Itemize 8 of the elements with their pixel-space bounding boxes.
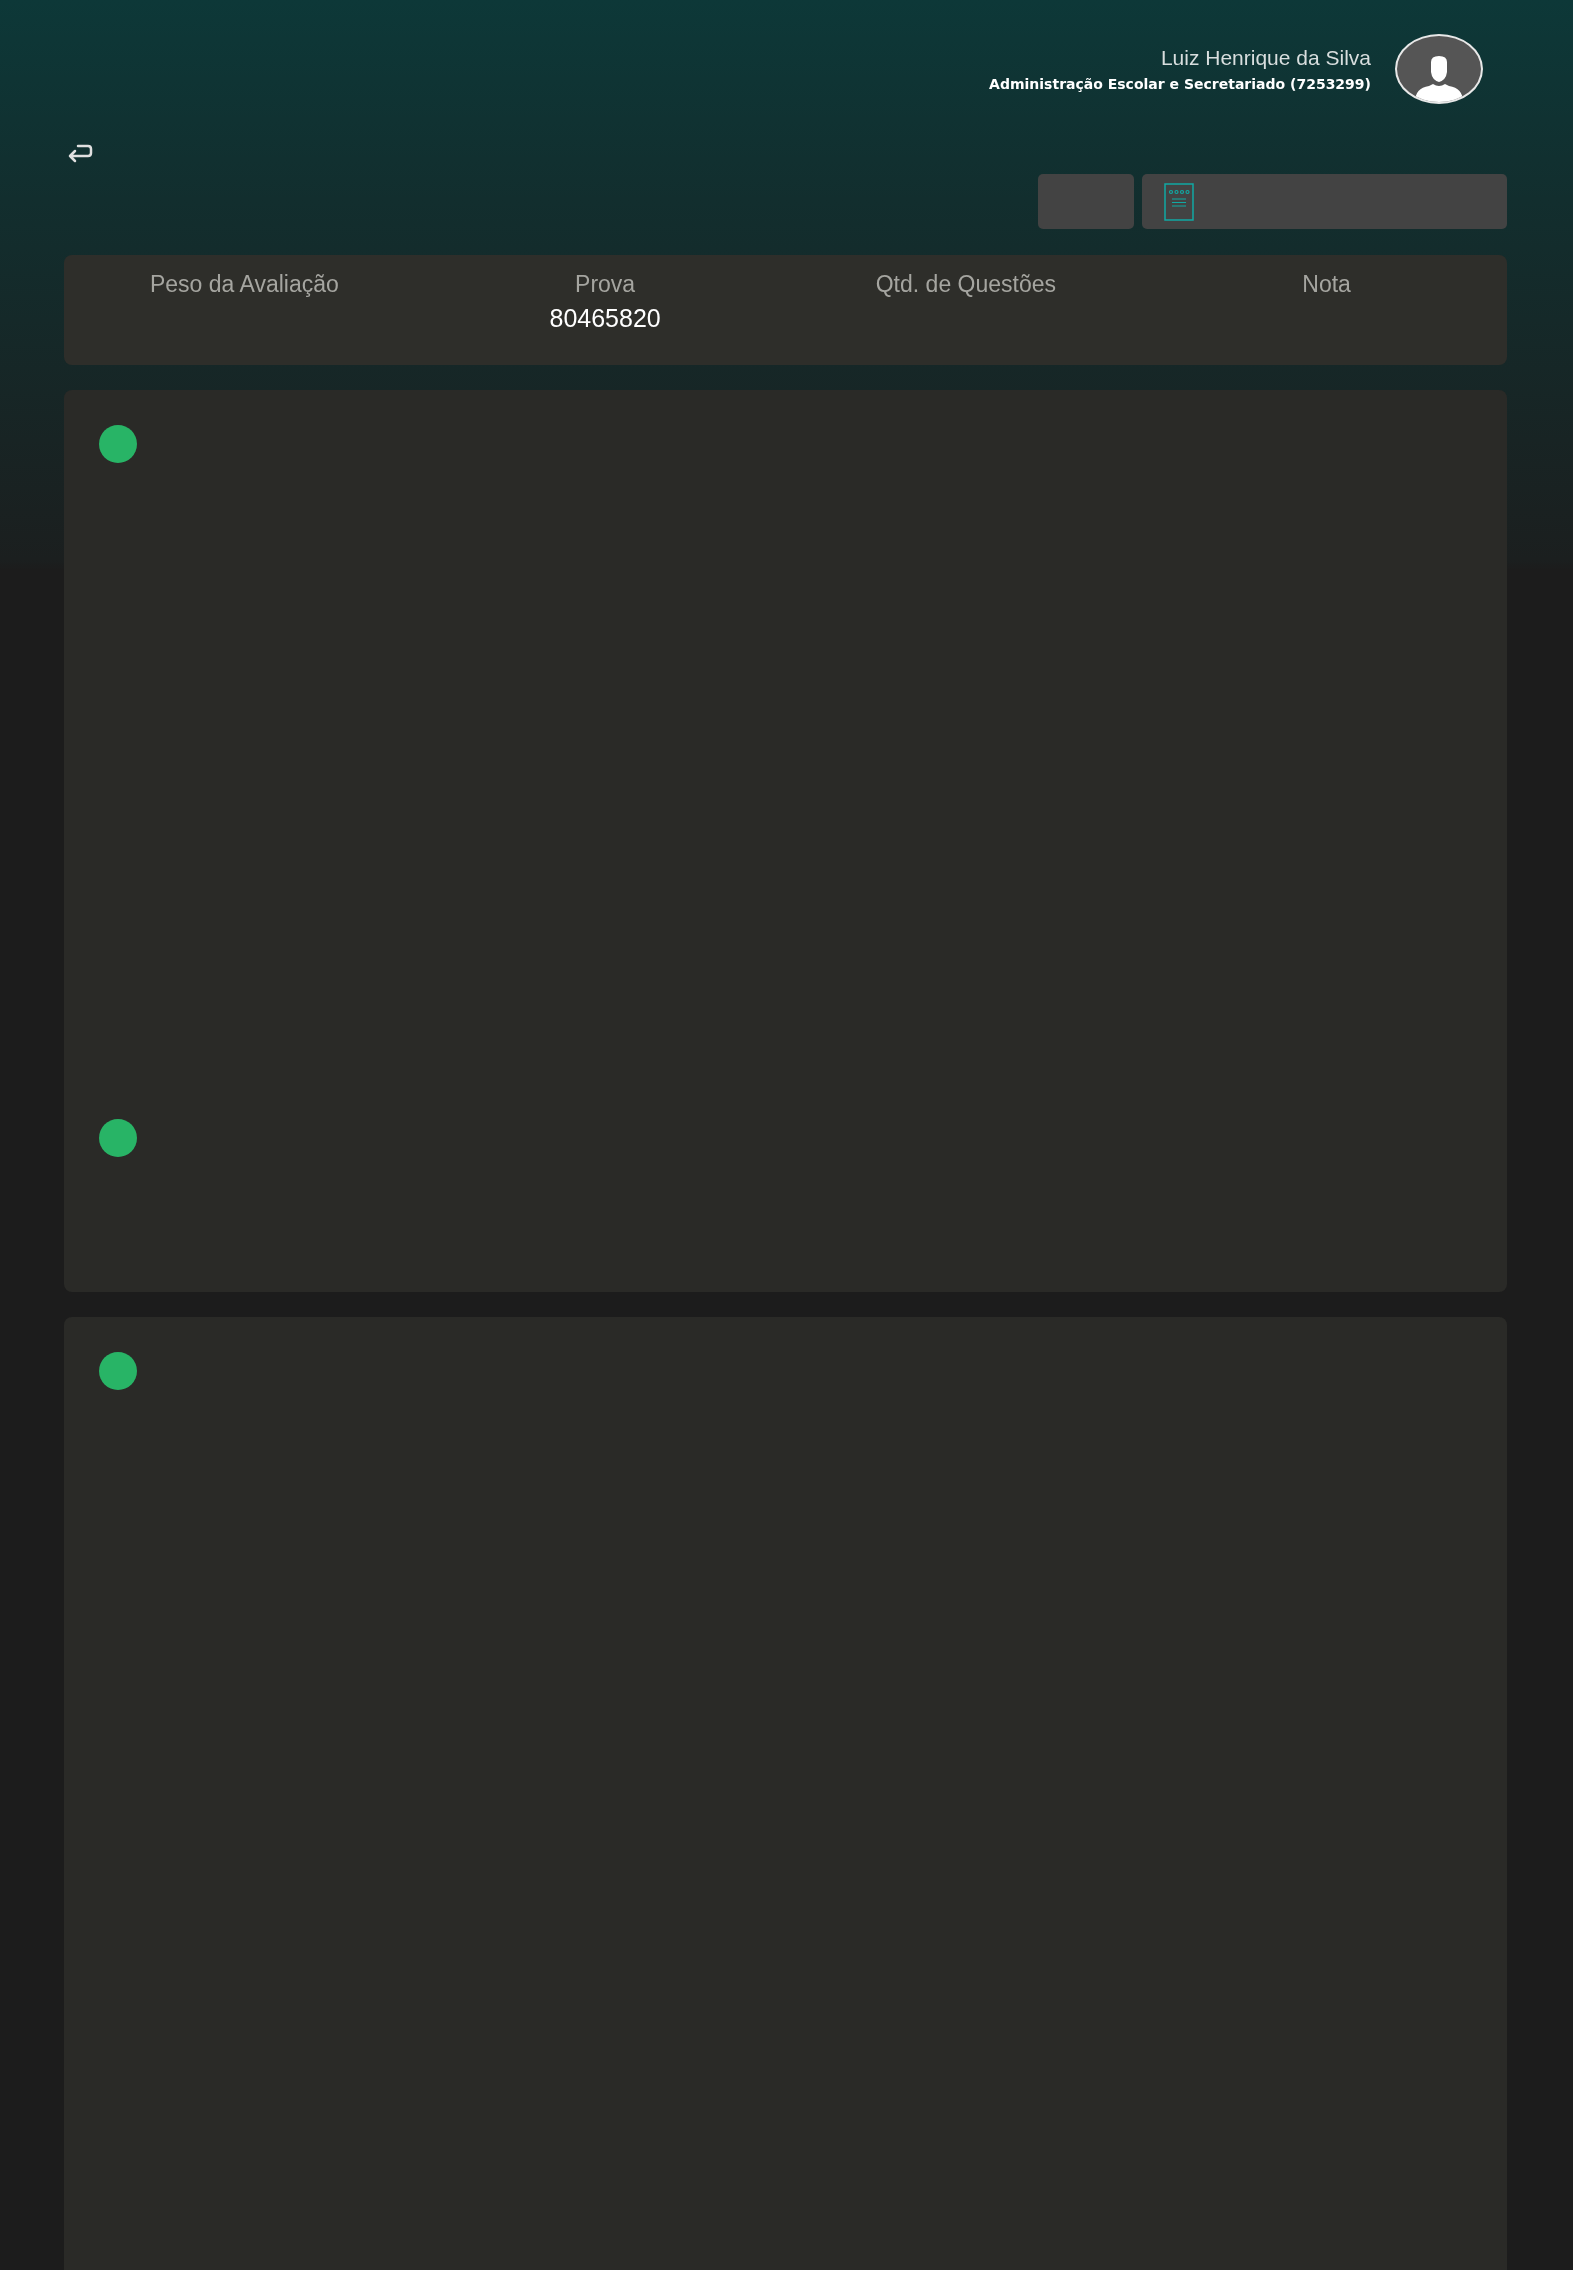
summary-label: Nota — [1302, 271, 1351, 298]
summary-label: Qtd. de Questões — [875, 271, 1056, 298]
document-icon — [1164, 182, 1194, 221]
summary-value: 80465820 — [549, 304, 661, 333]
user-name: Luiz Henrique da Silva — [1160, 46, 1371, 70]
course-name: Administração Escolar e Secretariado (7253299) — [989, 76, 1371, 92]
summary-label: Prova — [575, 271, 636, 298]
summary-label: Peso da Avaliação — [149, 271, 339, 298]
